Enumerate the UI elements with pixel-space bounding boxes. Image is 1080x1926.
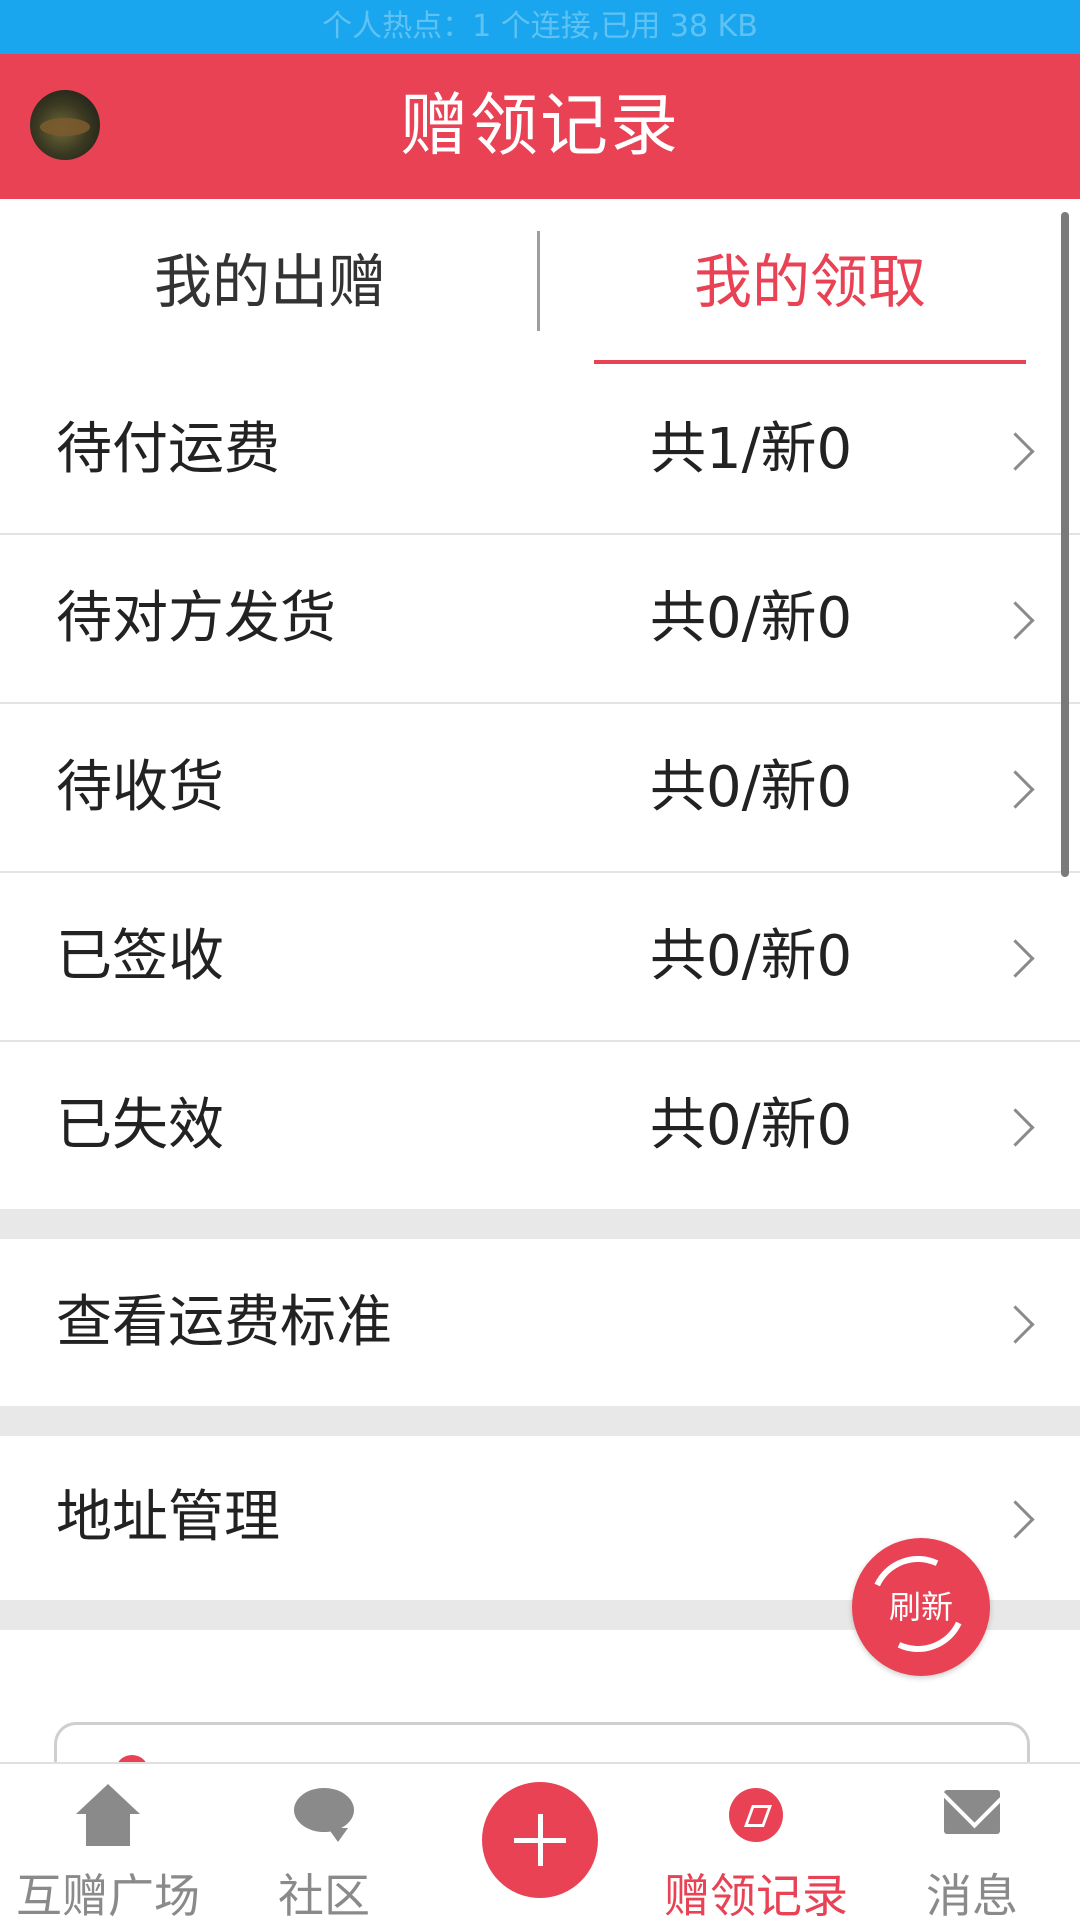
nav-gift-plaza[interactable]: 互赠广场 xyxy=(0,1764,216,1923)
status-bar: 个人热点：1 个连接,已用 38 KB xyxy=(0,0,1080,54)
chevron-right-icon xyxy=(996,939,1035,978)
row-label: 待付运费 xyxy=(56,417,280,482)
row-count: 共0/新0 xyxy=(650,1093,853,1158)
tab-my-received[interactable]: 我的领取 xyxy=(540,199,1080,365)
home-icon-body xyxy=(86,1812,130,1846)
row-label: 已失效 xyxy=(56,1093,224,1158)
row-label: 待收货 xyxy=(56,755,224,820)
section-gap xyxy=(0,1406,1080,1436)
row-count: 共0/新0 xyxy=(650,924,853,989)
row-label: 待对方发货 xyxy=(56,586,336,651)
tab-bar: 我的出赠 我的领取 xyxy=(0,199,1080,565)
chevron-right-icon xyxy=(996,1305,1035,1344)
row-label: 地址管理 xyxy=(56,1485,280,1550)
compass-icon xyxy=(729,1788,783,1842)
shipping-standard-link[interactable]: 查看运费标准 xyxy=(0,1239,1080,1406)
chevron-right-icon xyxy=(996,601,1035,640)
nav-label: 社区 xyxy=(278,1869,370,1923)
chat-bubble-icon xyxy=(294,1788,354,1842)
record-row-signed[interactable]: 已签收 共0/新0 xyxy=(0,873,1080,1042)
row-label: 查看运费标准 xyxy=(56,1290,392,1355)
record-row-pending-shipping-fee[interactable]: 待付运费 共1/新0 xyxy=(0,366,1080,535)
nav-label: 赠领记录 xyxy=(664,1869,848,1923)
record-row-expired[interactable]: 已失效 共0/新0 xyxy=(0,1042,1080,1209)
section-gap xyxy=(0,1209,1080,1239)
row-label: 已签收 xyxy=(56,924,224,989)
chevron-right-icon xyxy=(996,1108,1035,1147)
nav-label: 互赠广场 xyxy=(16,1869,200,1923)
nav-label: 消息 xyxy=(926,1869,1018,1923)
row-count: 共1/新0 xyxy=(650,417,853,482)
chevron-right-icon xyxy=(996,1500,1035,1539)
refresh-label: 刷新 xyxy=(888,1588,953,1626)
hotspot-status-text: 个人热点：1 个连接,已用 38 KB xyxy=(322,9,758,44)
home-icon xyxy=(76,1784,140,1814)
active-tab-indicator xyxy=(594,360,1026,364)
avatar[interactable] xyxy=(30,90,100,160)
nav-messages[interactable]: 消息 xyxy=(864,1764,1080,1923)
add-post-button[interactable] xyxy=(482,1782,598,1898)
nav-gift-records[interactable]: 赠领记录 xyxy=(648,1764,864,1923)
nav-community[interactable]: 社区 xyxy=(216,1764,432,1923)
page-title: 赠领记录 xyxy=(399,87,680,166)
row-count: 共0/新0 xyxy=(650,755,853,820)
row-count: 共0/新0 xyxy=(650,586,853,651)
chevron-right-icon xyxy=(996,770,1035,809)
record-row-awaiting-shipment[interactable]: 待对方发货 共0/新0 xyxy=(0,535,1080,704)
record-row-awaiting-receipt[interactable]: 待收货 共0/新0 xyxy=(0,704,1080,873)
scrollbar[interactable] xyxy=(1061,212,1069,877)
tab-my-gifts[interactable]: 我的出赠 xyxy=(0,199,540,365)
chevron-right-icon xyxy=(996,432,1035,471)
app-bar: 赠领记录 xyxy=(0,54,1080,199)
plus-icon-vertical xyxy=(538,1814,543,1866)
refresh-button[interactable]: 刷新 xyxy=(852,1538,990,1676)
mail-icon xyxy=(944,1790,1000,1834)
